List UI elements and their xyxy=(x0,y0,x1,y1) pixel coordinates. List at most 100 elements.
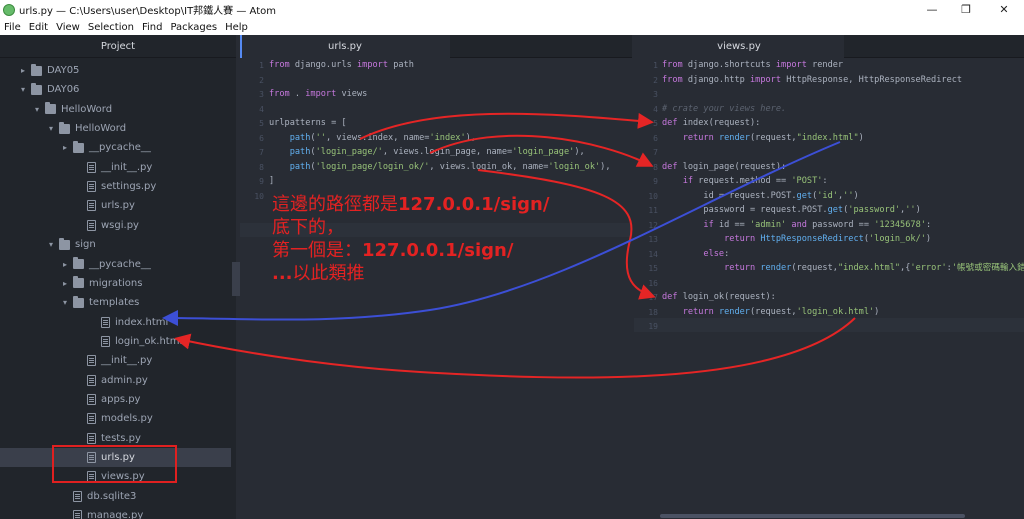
file-icon xyxy=(87,432,96,444)
chevron-down-icon[interactable]: ▾ xyxy=(46,240,56,249)
tree-file[interactable]: settings.py xyxy=(0,177,231,196)
code-line[interactable]: ] xyxy=(269,174,274,188)
line-number: 9 xyxy=(259,177,264,186)
note-line-3-text: 第一個是： xyxy=(272,240,362,261)
folder-icon xyxy=(31,63,42,76)
tree-folder[interactable]: ▾ templates xyxy=(0,293,231,312)
folder-icon xyxy=(45,102,56,115)
code-line[interactable]: return render(request,'login_ok.html') xyxy=(662,305,880,319)
tree-item-label: manage.py xyxy=(87,510,144,519)
line-number: 14 xyxy=(648,249,658,259)
menu-selection[interactable]: Selection xyxy=(84,22,138,33)
tree-item-label: urls.py xyxy=(101,200,135,212)
tree-file[interactable]: __init__.py xyxy=(0,351,231,370)
menu-find[interactable]: Find xyxy=(138,22,167,33)
tab-urls-py[interactable]: urls.py xyxy=(240,35,450,58)
code-line[interactable]: if request.method == 'POST': xyxy=(662,174,828,188)
chevron-down-icon[interactable]: ▾ xyxy=(46,124,56,133)
code-line[interactable]: def login_ok(request): xyxy=(662,290,776,304)
chevron-down-icon[interactable]: ▾ xyxy=(32,105,42,114)
menu-packages[interactable]: Packages xyxy=(166,22,221,33)
tree-file[interactable]: wsgi.py xyxy=(0,216,231,235)
menu-edit[interactable]: Edit xyxy=(25,22,52,33)
tree-file[interactable]: urls.py xyxy=(0,196,231,215)
tree-item-label: __init__.py xyxy=(101,161,153,173)
code-line[interactable]: path('', views.index, name='index'), xyxy=(269,131,476,145)
chevron-right-icon[interactable]: ▸ xyxy=(18,66,28,75)
file-icon xyxy=(73,510,82,519)
close-button[interactable]: ✕ xyxy=(984,0,1024,19)
chevron-down-icon[interactable]: ▾ xyxy=(18,85,28,94)
tree-item-label: DAY06 xyxy=(47,84,80,96)
tab-views-label: views.py xyxy=(717,41,761,52)
horizontal-scrollbar[interactable] xyxy=(660,514,965,518)
tree-item-label: HelloWord xyxy=(75,123,127,135)
tree-folder[interactable]: ▸ DAY05 xyxy=(0,61,231,80)
note-line-1-path: 127.0.0.1/sign/ xyxy=(398,194,550,215)
code-line[interactable]: return render(request,"index.html") xyxy=(662,131,864,145)
menu-help[interactable]: Help xyxy=(221,22,252,33)
code-line[interactable]: if id == 'admin' and password == '123456… xyxy=(662,218,931,232)
restore-button[interactable]: ❐ xyxy=(946,0,986,19)
line-number: 4 xyxy=(259,104,264,114)
tree-file[interactable]: index.html xyxy=(0,313,231,332)
code-line[interactable]: path('login_page/', views.login_page, na… xyxy=(269,145,585,159)
title-bar: urls.py — C:\Users\user\Desktop\IT邦鐵人賽 —… xyxy=(0,0,1024,19)
line-number: 7 xyxy=(653,148,658,157)
code-line[interactable]: # crate your views here. xyxy=(662,102,786,116)
code-line[interactable]: path('login_page/login_ok/', views.login… xyxy=(269,160,611,174)
line-number: 2 xyxy=(259,75,264,85)
tree-file[interactable]: apps.py xyxy=(0,390,231,409)
line-number: 15 xyxy=(648,264,658,273)
code-line[interactable]: def login_page(request): xyxy=(662,160,786,174)
code-line[interactable]: from django.urls import path xyxy=(269,58,414,72)
code-line[interactable]: return HttpResponseRedirect('login_ok/') xyxy=(662,232,931,246)
line-number: 5 xyxy=(653,119,658,128)
tree-item-label: DAY05 xyxy=(47,65,80,76)
line-number: 6 xyxy=(653,133,658,143)
code-line[interactable]: from django.shortcuts import render xyxy=(662,58,843,72)
code-line[interactable]: return render(request,"index.html",{'err… xyxy=(662,261,1024,275)
tree-file[interactable]: __init__.py xyxy=(0,158,231,177)
line-number: 2 xyxy=(653,75,658,85)
menu-file[interactable]: File xyxy=(0,22,25,33)
chevron-down-icon[interactable]: ▾ xyxy=(60,298,70,307)
line-number: 1 xyxy=(653,61,658,70)
tab-views-py[interactable]: views.py xyxy=(634,35,844,58)
tree-file[interactable]: admin.py xyxy=(0,371,231,390)
tree-file[interactable]: manage.py xyxy=(0,506,231,519)
folder-icon xyxy=(31,82,42,95)
tree-folder[interactable]: ▾ sign xyxy=(0,235,231,254)
file-icon xyxy=(87,219,96,231)
menu-view[interactable]: View xyxy=(52,22,84,33)
tree-folder[interactable]: ▾ DAY06 xyxy=(0,80,231,99)
folder-icon xyxy=(73,295,84,308)
file-icon xyxy=(87,181,96,193)
tree-folder[interactable]: ▾ HelloWord xyxy=(0,100,231,119)
tree-item-label: templates xyxy=(89,297,140,309)
code-line[interactable]: urlpatterns = [ xyxy=(269,116,347,130)
code-line[interactable]: else: xyxy=(662,247,729,261)
line-number: 8 xyxy=(259,162,264,172)
chevron-right-icon[interactable]: ▸ xyxy=(60,279,70,288)
tree-folder[interactable]: ▸ __pycache__ xyxy=(0,255,231,274)
code-line[interactable]: password = request.POST.get('password','… xyxy=(662,203,920,217)
code-line[interactable]: from . import views xyxy=(269,87,367,101)
line-number: 7 xyxy=(259,148,264,157)
chevron-right-icon[interactable]: ▸ xyxy=(60,143,70,152)
tree-folder[interactable]: ▸ __pycache__ xyxy=(0,138,231,157)
tree-file[interactable]: login_ok.html xyxy=(0,332,231,351)
code-line[interactable]: id = request.POST.get('id','') xyxy=(662,189,858,203)
file-icon xyxy=(87,374,96,386)
code-line[interactable]: def index(request): xyxy=(662,116,760,130)
tree-file[interactable]: db.sqlite3 xyxy=(0,487,231,506)
tree-folder[interactable]: ▸ migrations xyxy=(0,274,231,293)
tree-file[interactable]: models.py xyxy=(0,409,231,428)
code-line[interactable]: from django.http import HttpResponse, Ht… xyxy=(662,73,962,87)
file-icon xyxy=(87,161,96,173)
file-icon xyxy=(87,355,96,367)
line-number: 13 xyxy=(648,235,658,244)
tree-item-label: __pycache__ xyxy=(89,258,151,270)
chevron-right-icon[interactable]: ▸ xyxy=(60,260,70,269)
tree-folder[interactable]: ▾ HelloWord xyxy=(0,119,231,138)
